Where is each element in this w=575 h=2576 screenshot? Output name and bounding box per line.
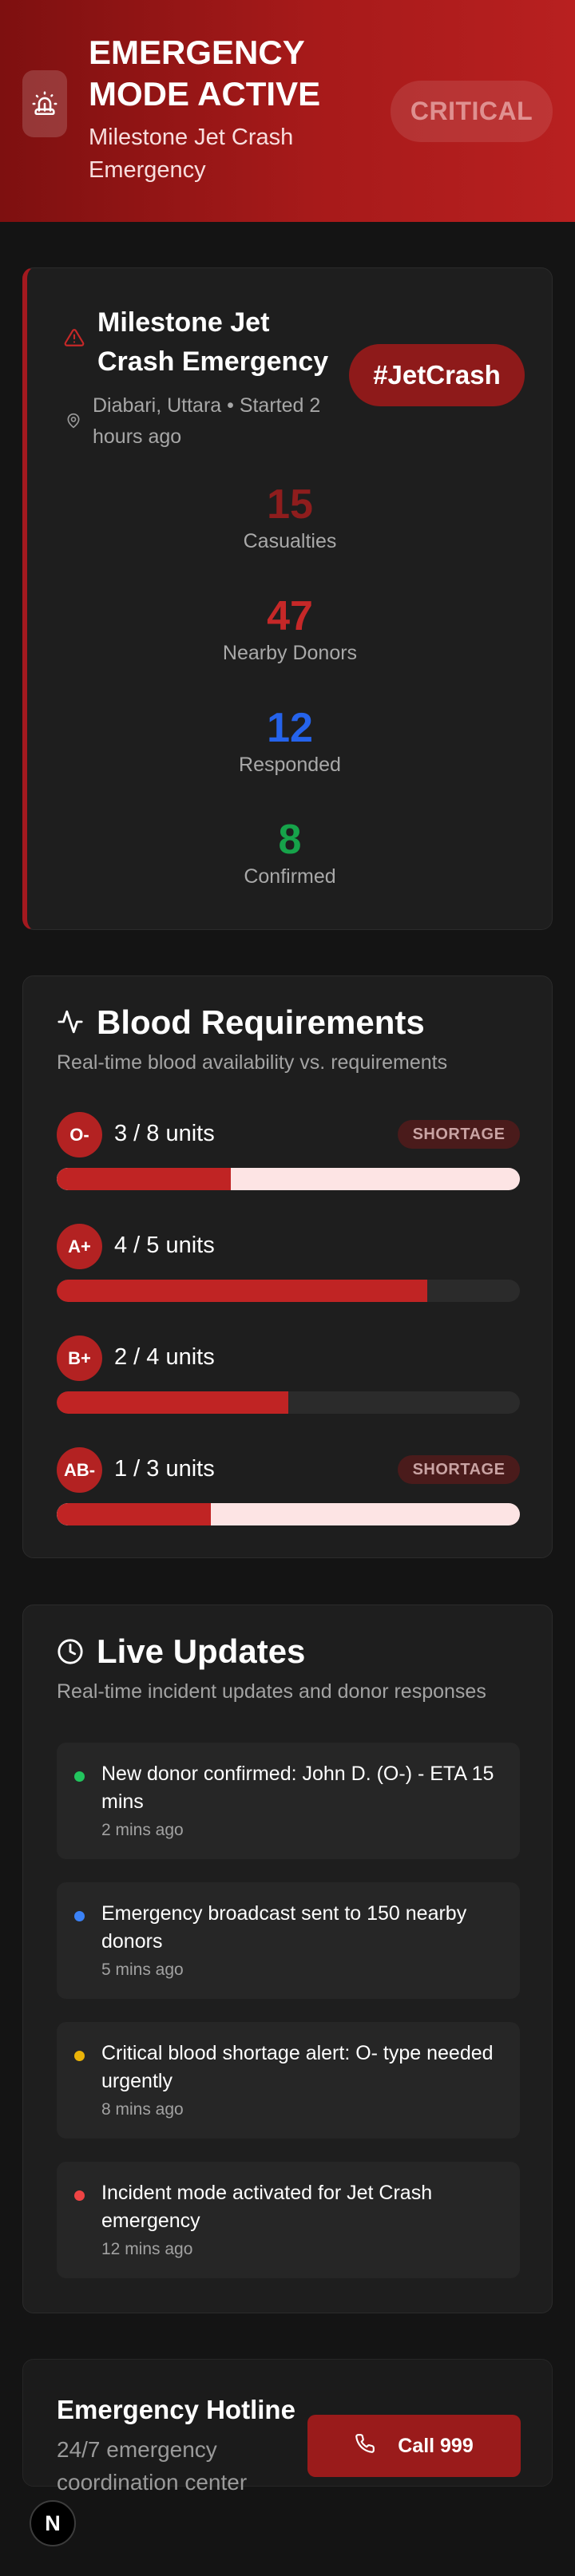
incident-tag[interactable]: #JetCrash xyxy=(349,344,525,406)
blood-progress-bar xyxy=(57,1503,520,1525)
clock-icon xyxy=(57,1638,84,1669)
update-time: 2 mins ago xyxy=(101,1821,184,1839)
stat-label: Responded xyxy=(239,754,341,776)
hotline-title: Emergency Hotline xyxy=(57,2395,295,2424)
call-button-label: Call 999 xyxy=(398,2434,474,2457)
blood-units: 1 / 3 units xyxy=(114,1456,215,1482)
update-item: Critical blood shortage alert: O- type n… xyxy=(57,2022,520,2139)
status-dot xyxy=(74,1911,85,1921)
stat-label: Casualties xyxy=(243,530,337,552)
incident-location: Diabari, Uttara • Started 2 hours ago xyxy=(93,394,321,448)
update-item: New donor confirmed: John D. (O-) - ETA … xyxy=(57,1743,520,1859)
update-time: 8 mins ago xyxy=(101,2100,184,2119)
blood-units: 2 / 4 units xyxy=(114,1344,215,1370)
stat-label: Confirmed xyxy=(244,865,336,888)
stat-value: 12 xyxy=(267,705,313,751)
page-subtitle: Milestone Jet Crash Emergency xyxy=(89,125,294,183)
framework-logo-button[interactable]: N xyxy=(30,2500,76,2546)
warning-icon xyxy=(64,327,85,352)
update-time: 5 mins ago xyxy=(101,1961,184,1979)
blood-type-badge: AB- xyxy=(57,1447,102,1493)
phone-icon xyxy=(355,2433,375,2459)
stat-value: 15 xyxy=(267,481,313,528)
blood-type-badge: A+ xyxy=(57,1224,102,1269)
stat-value: 47 xyxy=(267,593,313,639)
blood-units: 4 / 5 units xyxy=(114,1233,215,1258)
updates-title: Live Updates xyxy=(97,1632,306,1670)
blood-units: 3 / 8 units xyxy=(114,1121,215,1146)
status-dot xyxy=(74,1771,85,1782)
updates-subtitle: Real-time incident updates and donor res… xyxy=(57,1680,486,1703)
emergency-header: EMERGENCY MODE ACTIVE Milestone Jet Cras… xyxy=(0,0,575,222)
blood-progress-bar xyxy=(57,1391,520,1414)
blood-progress-bar xyxy=(57,1280,520,1302)
siren-icon xyxy=(22,70,67,137)
call-button[interactable]: Call 999 xyxy=(307,2415,521,2477)
status-dot xyxy=(74,2190,85,2201)
critical-badge: CRITICAL xyxy=(391,81,553,142)
emergency-hotline-card: Emergency Hotline 24/7 emergency coordin… xyxy=(22,2359,553,2495)
blood-type-badge: O- xyxy=(57,1112,102,1157)
stat-nearby-donors: 47 Nearby Donors xyxy=(27,592,553,665)
blood-progress-bar xyxy=(57,1168,520,1190)
blood-type-badge: B+ xyxy=(57,1335,102,1381)
live-updates-card: Live Updates Real-time incident updates … xyxy=(22,1605,553,2313)
activity-icon xyxy=(57,1008,84,1039)
shortage-badge: SHORTAGE xyxy=(398,1455,520,1484)
update-item: Incident mode activated for Jet Crash em… xyxy=(57,2162,520,2278)
update-text: Incident mode activated for Jet Crash em… xyxy=(101,2182,433,2232)
incident-title: Milestone Jet Crash Emergency xyxy=(97,307,329,377)
update-item: Emergency broadcast sent to 150 nearby d… xyxy=(57,1882,520,1999)
update-text: New donor confirmed: John D. (O-) - ETA … xyxy=(101,1763,494,1813)
stat-responded: 12 Responded xyxy=(27,703,553,777)
blood-title: Blood Requirements xyxy=(97,1003,425,1041)
hotline-subtitle: 24/7 emergency coordination center xyxy=(57,2437,248,2495)
update-text: Critical blood shortage alert: O- type n… xyxy=(101,2042,494,2092)
status-dot xyxy=(74,2051,85,2061)
blood-subtitle: Real-time blood availability vs. require… xyxy=(57,1051,448,1074)
incident-card: Milestone Jet Crash Emergency Diabari, U… xyxy=(22,267,553,930)
update-text: Emergency broadcast sent to 150 nearby d… xyxy=(101,1902,467,1953)
stat-value: 8 xyxy=(278,817,302,863)
blood-progress-fill xyxy=(57,1391,288,1414)
blood-progress-fill xyxy=(57,1280,427,1302)
stat-casualties: 15 Casualties xyxy=(27,480,553,553)
page-title: EMERGENCY MODE ACTIVE xyxy=(89,34,321,113)
stat-label: Nearby Donors xyxy=(222,642,358,664)
stat-confirmed: 8 Confirmed xyxy=(27,815,553,888)
update-time: 12 mins ago xyxy=(101,2240,193,2258)
blood-requirements-card: Blood Requirements Real-time blood avail… xyxy=(22,975,553,1558)
location-pin-icon xyxy=(65,412,81,433)
blood-progress-fill xyxy=(57,1168,231,1190)
shortage-badge: SHORTAGE xyxy=(398,1120,520,1149)
blood-progress-fill xyxy=(57,1503,212,1525)
